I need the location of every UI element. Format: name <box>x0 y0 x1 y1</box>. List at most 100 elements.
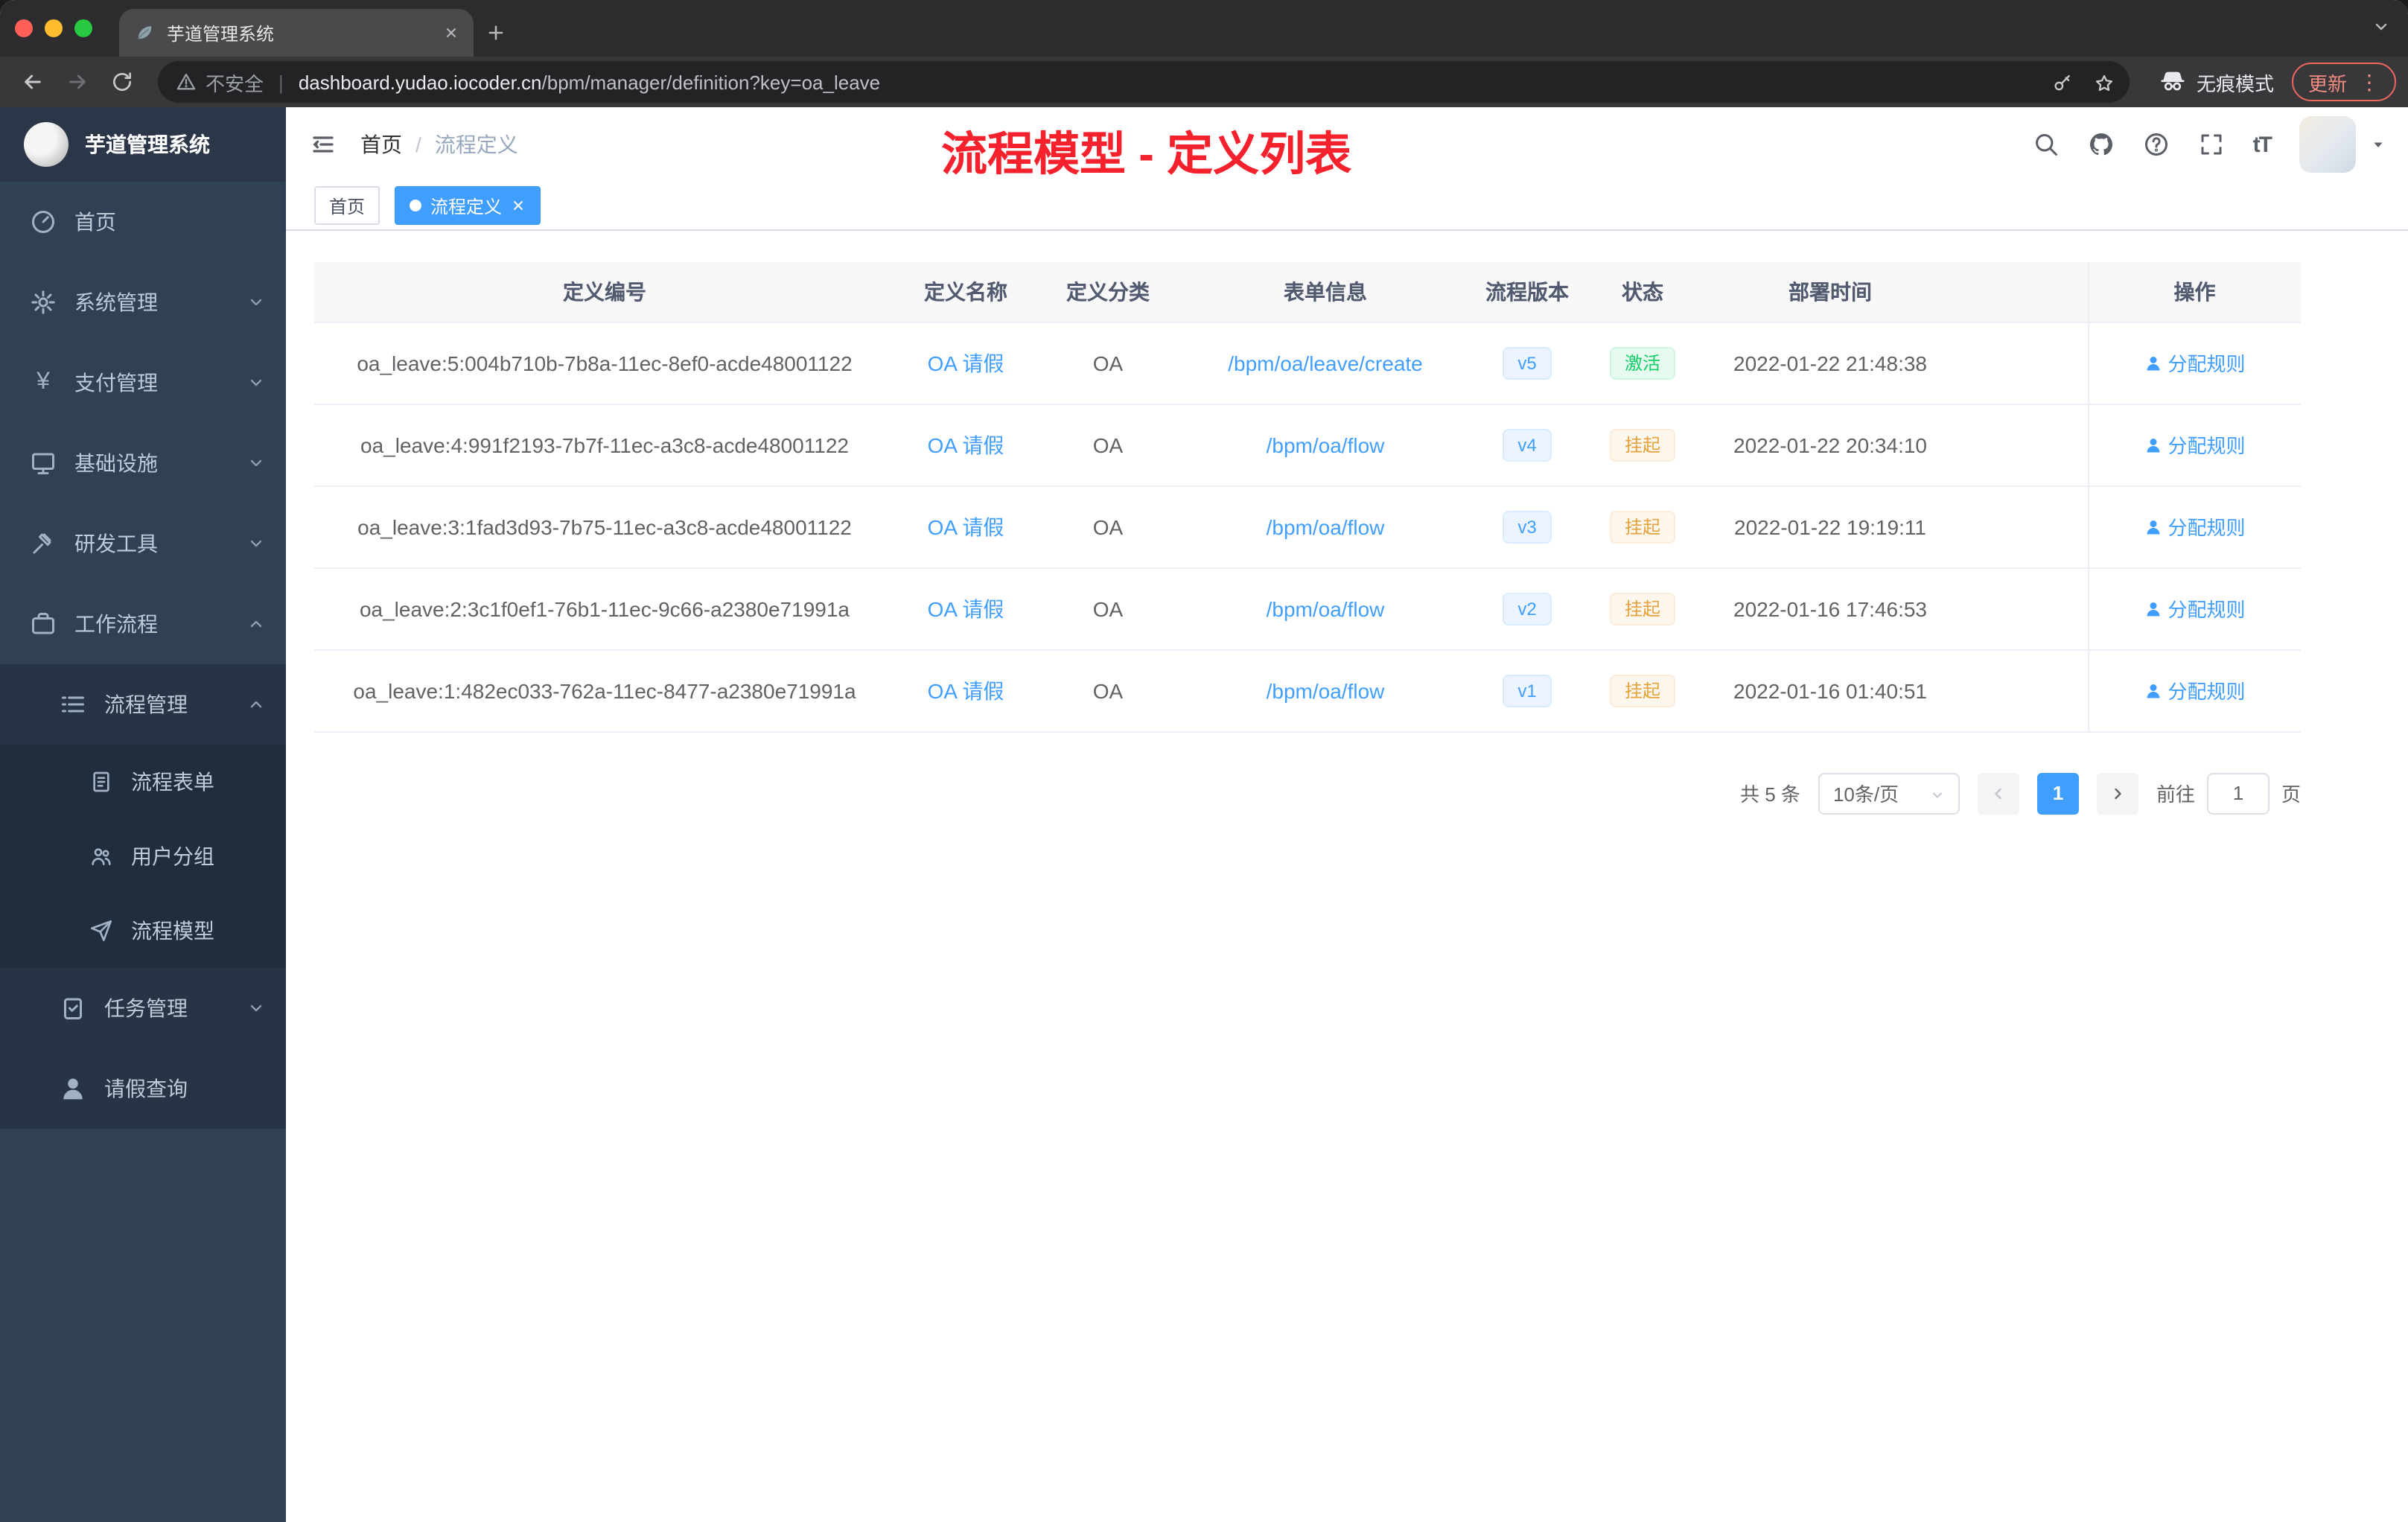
tools-icon <box>30 530 57 557</box>
column-form-info: 表单信息 <box>1179 262 1471 322</box>
cell-category: OA <box>1036 404 1179 486</box>
assign-rule-link[interactable]: 分配规则 <box>2144 512 2246 541</box>
cell-form-info: /bpm/oa/flow <box>1179 404 1471 486</box>
definition-name-link[interactable]: OA 请假 <box>928 596 1004 620</box>
document-icon <box>89 770 113 794</box>
cell-definition-name: OA 请假 <box>895 485 1036 568</box>
assign-rule-label: 分配规则 <box>2167 517 2246 539</box>
next-page-button[interactable] <box>2096 772 2138 814</box>
app-title: 芋道管理系统 <box>85 133 210 156</box>
browser-update-menu-button[interactable]: 更新 ⋮ <box>2291 63 2396 101</box>
password-key-icon[interactable] <box>2052 70 2073 93</box>
browser-tab[interactable]: 芋道管理系统 <box>119 9 474 57</box>
sidebar: 芋道管理系统 首页 系统管理 ¥ 支付管理 基础设施 研发工具 工作流程 流程管… <box>0 107 286 1522</box>
assign-rule-link[interactable]: 分配规则 <box>2144 430 2246 459</box>
version-badge: v4 <box>1503 428 1552 461</box>
breadcrumb-home[interactable]: 首页 <box>360 130 402 159</box>
address-bar[interactable]: 不安全 | dashboard.yudao.iocoder.cn/bpm/man… <box>158 61 2130 103</box>
chevron-up-icon <box>247 695 265 713</box>
breadcrumb-separator: / <box>415 133 421 156</box>
bookmark-star-icon[interactable] <box>2094 70 2115 93</box>
definition-name-link[interactable]: OA 请假 <box>928 433 1004 456</box>
assign-rule-link[interactable]: 分配规则 <box>2144 348 2246 377</box>
sidebar-item-process-model[interactable]: 流程模型 <box>0 894 286 968</box>
sidebar-item-system[interactable]: 系统管理 <box>0 262 286 343</box>
minimize-window-button[interactable] <box>45 19 63 37</box>
form-link[interactable]: /bpm/oa/flow <box>1267 433 1385 456</box>
cell-deploy-time: 2022-01-22 20:34:10 <box>1702 404 1958 486</box>
app-logo-row[interactable]: 芋道管理系统 <box>0 107 286 182</box>
search-icon[interactable] <box>2033 131 2060 158</box>
clipboard-icon <box>60 995 86 1022</box>
chevron-down-icon <box>247 293 265 311</box>
back-button[interactable] <box>12 61 54 103</box>
goto-page-input[interactable] <box>2206 772 2270 814</box>
github-icon[interactable] <box>2088 131 2115 158</box>
definition-name-link[interactable]: OA 请假 <box>928 515 1004 538</box>
sidebar-item-payment[interactable]: ¥ 支付管理 <box>0 343 286 423</box>
close-window-button[interactable] <box>15 19 33 37</box>
page-1-button[interactable]: 1 <box>2036 772 2079 814</box>
definition-name-link[interactable]: OA 请假 <box>928 351 1004 375</box>
definition-name-link[interactable]: OA 请假 <box>928 678 1004 702</box>
form-link[interactable]: /bpm/oa/flow <box>1267 515 1385 538</box>
version-badge: v1 <box>1503 674 1552 707</box>
forward-button[interactable] <box>57 61 98 103</box>
cell-spacer <box>1958 404 2088 486</box>
assign-rule-link[interactable]: 分配规则 <box>2144 594 2246 623</box>
column-definition-id: 定义编号 <box>314 262 895 322</box>
cell-form-info: /bpm/oa/leave/create <box>1179 322 1471 404</box>
assign-rule-label: 分配规则 <box>2167 681 2246 703</box>
tag-close-icon[interactable] <box>511 198 526 213</box>
sidebar-item-user-group[interactable]: 用户分组 <box>0 819 286 894</box>
help-icon[interactable] <box>2143 131 2170 158</box>
tab-close-icon[interactable] <box>444 25 459 40</box>
tag-home[interactable]: 首页 <box>314 186 380 225</box>
sidebar-item-dev-tools[interactable]: 研发工具 <box>0 503 286 584</box>
cell-actions: 分配规则 <box>2087 322 2301 404</box>
tab-search-chevron-icon[interactable] <box>2372 18 2390 36</box>
security-label[interactable]: 不安全 <box>206 68 264 96</box>
cell-definition-id: oa_leave:1:482ec033-762a-11ec-8477-a2380… <box>314 649 895 732</box>
sidebar-item-leave-query[interactable]: 请假查询 <box>0 1048 286 1129</box>
new-tab-button[interactable] <box>474 9 518 57</box>
form-link[interactable]: /bpm/oa/flow <box>1267 596 1385 620</box>
sidebar-toggle-button[interactable] <box>286 107 360 182</box>
status-badge: 挂起 <box>1609 428 1675 461</box>
reload-button[interactable] <box>101 61 143 103</box>
cell-definition-name: OA 请假 <box>895 567 1036 650</box>
cell-category: OA <box>1036 322 1179 404</box>
zoom-window-button[interactable] <box>74 19 92 37</box>
chevron-down-icon <box>247 535 265 553</box>
kebab-menu-icon: ⋮ <box>2359 69 2380 93</box>
sidebar-item-infrastructure[interactable]: 基础设施 <box>0 423 286 503</box>
fullscreen-icon[interactable] <box>2198 131 2225 158</box>
url-path: /bpm/manager/definition?key=oa_leave <box>541 71 881 93</box>
table-header-row: 定义编号 定义名称 定义分类 表单信息 流程版本 状态 部署时间 操作 <box>314 262 2301 322</box>
prev-page-button[interactable] <box>1977 772 2019 814</box>
gear-icon <box>30 289 57 316</box>
tag-process-definition[interactable]: 流程定义 <box>395 186 541 225</box>
column-definition-name: 定义名称 <box>895 262 1036 322</box>
cell-category: OA <box>1036 567 1179 650</box>
avatar-caret-down-icon[interactable] <box>2369 131 2387 158</box>
cell-version: v1 <box>1471 649 1583 732</box>
avatar[interactable] <box>2299 116 2356 173</box>
cell-status: 挂起 <box>1583 567 1702 650</box>
sidebar-item-home[interactable]: 首页 <box>0 182 286 262</box>
sidebar-item-task-management[interactable]: 任务管理 <box>0 968 286 1048</box>
sidebar-item-process-form[interactable]: 流程表单 <box>0 745 286 819</box>
sidebar-item-process-management[interactable]: 流程管理 <box>0 664 286 745</box>
cell-actions: 分配规则 <box>2087 649 2301 732</box>
page-size-select[interactable]: 10条/页 <box>1818 772 1960 814</box>
font-size-icon[interactable]: tT <box>2253 132 2272 157</box>
sidebar-item-workflow[interactable]: 工作流程 <box>0 584 286 664</box>
sidebar-item-label: 研发工具 <box>74 532 158 555</box>
form-link[interactable]: /bpm/oa/flow <box>1267 678 1385 702</box>
cell-version: v2 <box>1471 567 1583 650</box>
cell-category: OA <box>1036 649 1179 732</box>
sidebar-item-label: 系统管理 <box>74 290 158 314</box>
assign-rule-link[interactable]: 分配规则 <box>2144 676 2246 704</box>
sidebar-item-label: 用户分组 <box>131 844 214 868</box>
form-link[interactable]: /bpm/oa/leave/create <box>1228 351 1423 375</box>
